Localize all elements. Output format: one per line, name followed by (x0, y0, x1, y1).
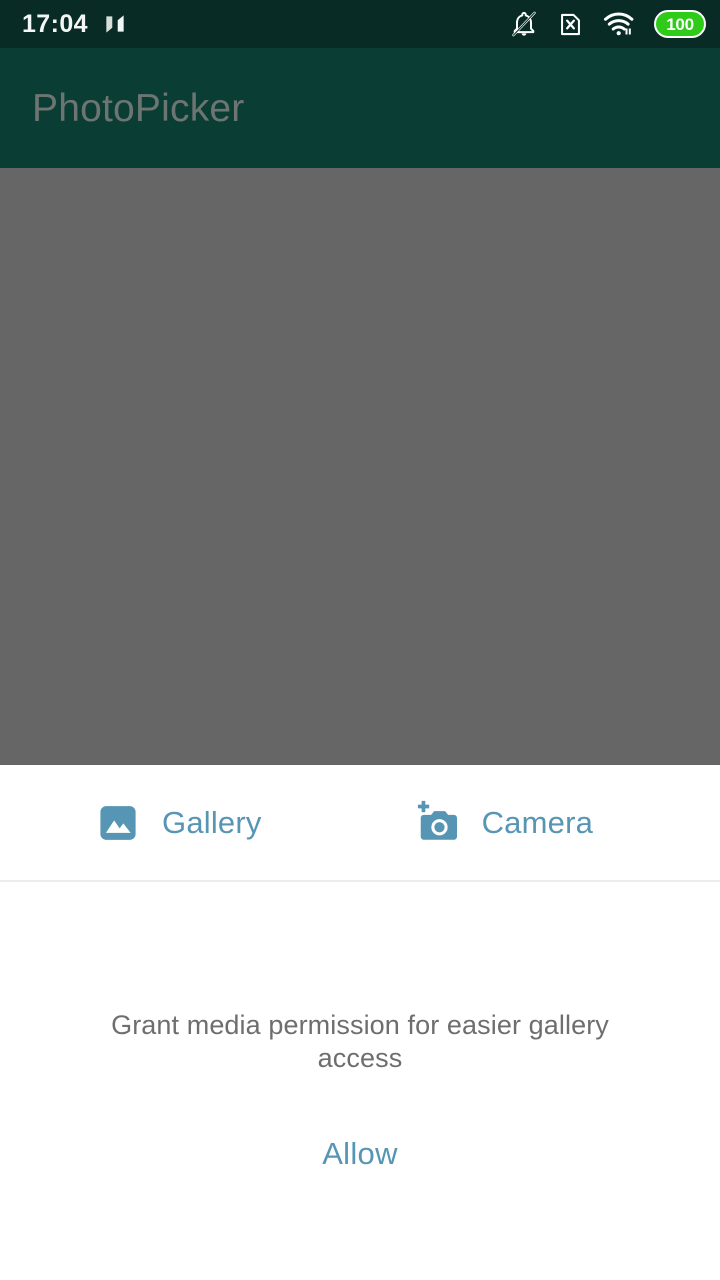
no-sim-icon (557, 11, 584, 38)
status-bar-right: 100 (510, 10, 706, 38)
photo-source-bottom-sheet: Gallery Camera Grant media permission fo… (0, 765, 720, 1280)
status-bar: 17:04 100 (0, 0, 720, 48)
camera-source-button[interactable]: Camera (414, 800, 593, 846)
permission-prompt: Grant media permission for easier galler… (0, 882, 720, 1175)
image-icon (96, 801, 140, 845)
wifi-icon (603, 10, 635, 38)
battery-level-label: 100 (666, 14, 694, 34)
app-bar: PhotoPicker (0, 48, 720, 168)
content-scrim-overlay[interactable] (0, 168, 720, 765)
status-bar-clock: 17:04 (22, 9, 88, 38)
add-a-photo-icon (414, 800, 460, 846)
status-bar-left: 17:04 (22, 11, 128, 37)
notifications-muted-icon (510, 10, 538, 38)
camera-source-label: Camera (481, 805, 594, 840)
source-options-row: Gallery Camera (0, 765, 720, 880)
gallery-source-button[interactable]: Gallery (96, 801, 262, 845)
allow-permission-button[interactable]: Allow (304, 1132, 416, 1175)
page-title: PhotoPicker (32, 86, 245, 130)
permission-message: Grant media permission for easier galler… (111, 1010, 609, 1074)
nova-n-icon (102, 11, 128, 37)
battery-icon: 100 (654, 10, 706, 38)
gallery-source-label: Gallery (162, 805, 262, 840)
photopicker-screen: 17:04 100 PhotoPicker Gallery Camera Gra… (0, 0, 720, 1280)
